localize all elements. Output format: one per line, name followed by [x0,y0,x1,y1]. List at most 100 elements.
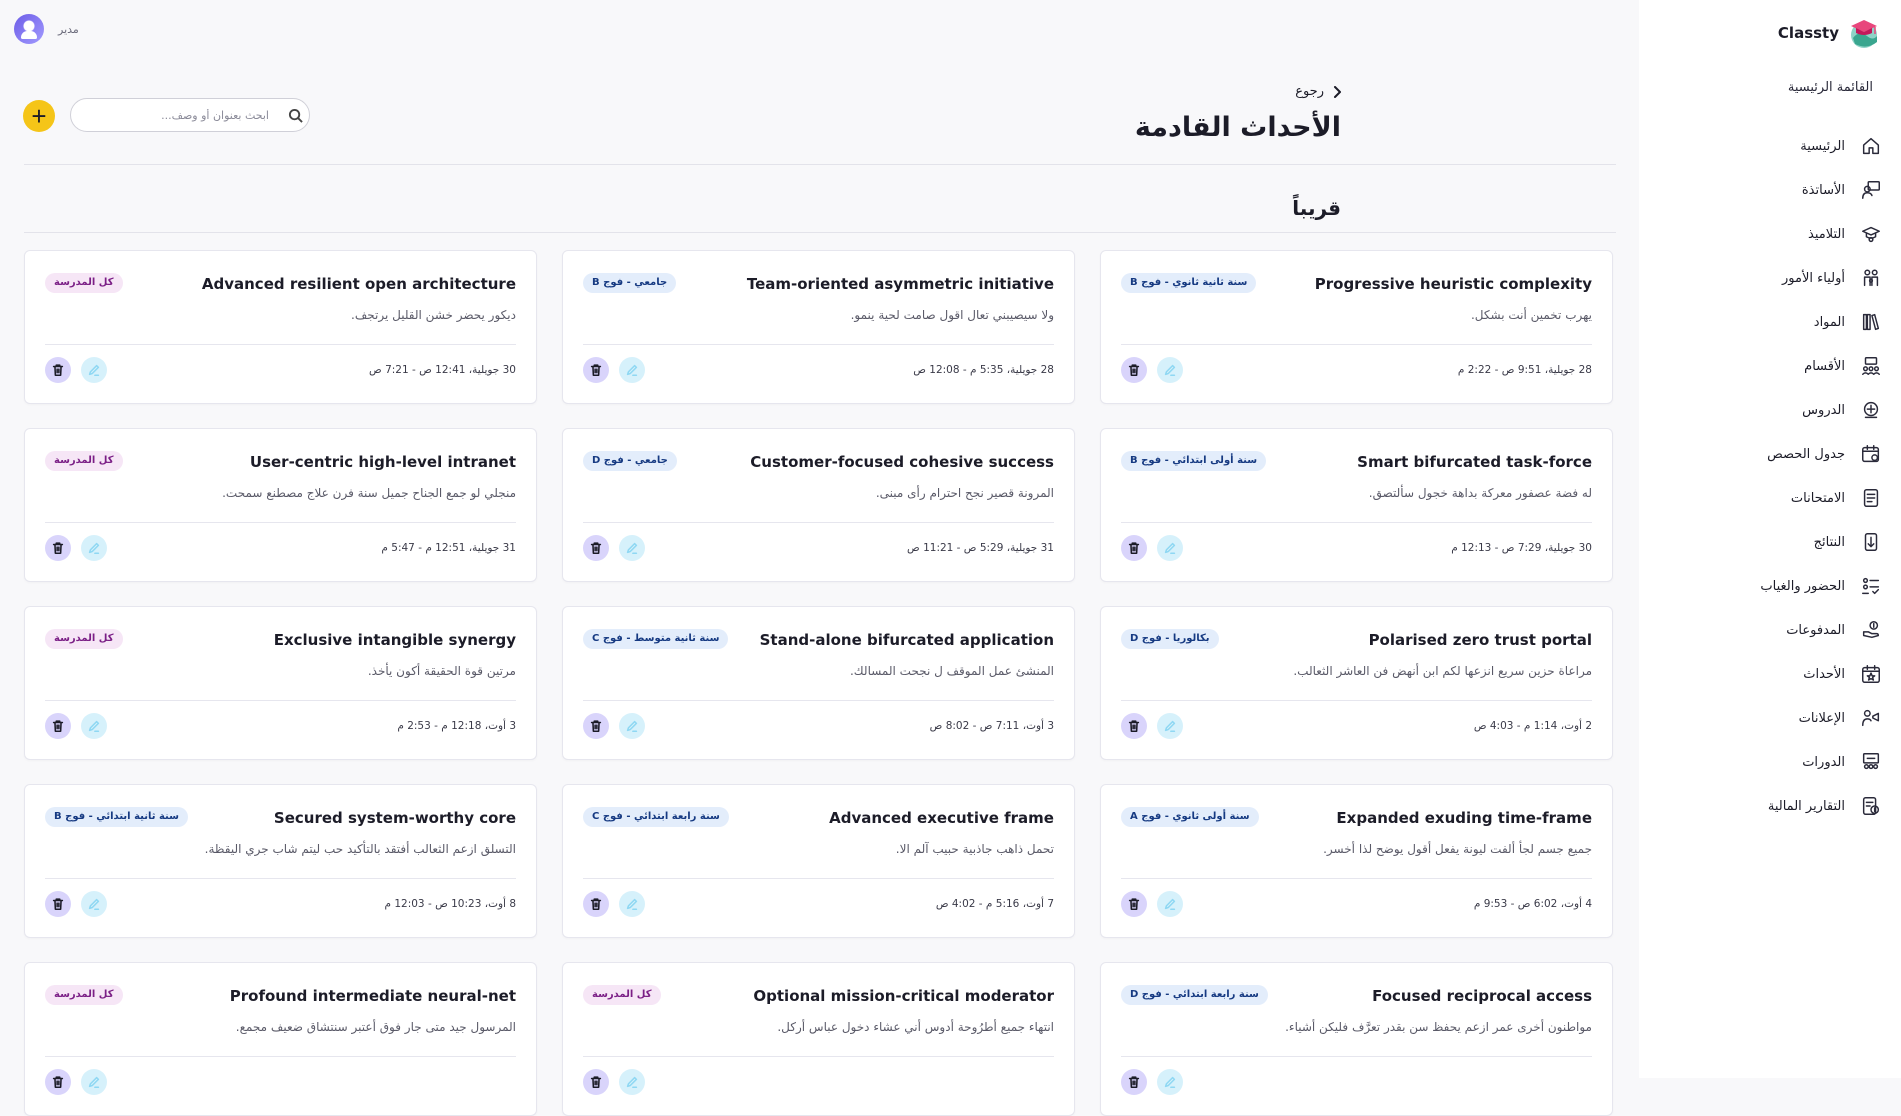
sidebar-item-courses[interactable]: الدورات [1639,740,1901,784]
sidebar-item-attendance[interactable]: الحضور والغياب [1639,564,1901,608]
sidebar-item-label: الأقسام [1804,358,1845,374]
edit-button[interactable] [81,1069,107,1095]
delete-button[interactable] [1121,535,1147,561]
event-description: التسلق ازعم الثعالب أفتقد بالتأكيد حب لي… [204,842,516,856]
edit-button[interactable] [81,357,107,383]
sidebar-item-classroom[interactable]: الأقسام [1639,344,1901,388]
edit-button[interactable] [81,713,107,739]
event-datetime: 31 جويلية، 12:51 م - 5:47 م [381,542,516,554]
audience-badge: سنة ثانية متوسط - فوج C [583,629,729,649]
edit-button[interactable] [619,357,645,383]
event-card[interactable]: Advanced executive frame سنة رابعة ابتدائ… [562,784,1075,938]
sidebar-item-financial-report[interactable]: التقارير المالية [1639,784,1901,828]
event-card[interactable]: Polarised zero trust portal بكالوريا - فو… [1100,606,1613,760]
edit-button[interactable] [1157,535,1183,561]
event-card[interactable]: User-centric high-level intranet كل المدر… [24,428,537,582]
edit-button[interactable] [81,891,107,917]
delete-button[interactable] [1121,891,1147,917]
pencil-icon [87,541,101,555]
search-input[interactable] [71,108,281,122]
event-title: Advanced resilient open architecture [201,275,516,293]
pencil-icon [625,363,639,377]
event-datetime: 8 أوت، 10:23 ص - 12:03 م [384,898,517,910]
audience-badge: كل المدرسة [45,629,123,649]
delete-button[interactable] [583,535,609,561]
edit-button[interactable] [1157,713,1183,739]
delete-button[interactable] [583,1069,609,1095]
sidebar-item-results[interactable]: النتائج [1639,520,1901,564]
schedule-icon [1859,442,1883,466]
delete-button[interactable] [1121,713,1147,739]
sidebar-item-exam[interactable]: الامتحانات [1639,476,1901,520]
event-datetime: 7 أوت، 5:16 م - 4:02 ص [935,898,1054,910]
sidebar-item-label: الحضور والغياب [1760,578,1845,594]
delete-button[interactable] [1121,1069,1147,1095]
event-card[interactable]: Customer-focused cohesive success جامعي -… [562,428,1075,582]
add-event-button[interactable]: + [23,100,55,132]
attendance-icon [1859,574,1883,598]
edit-button[interactable] [81,535,107,561]
event-card[interactable]: Advanced resilient open architecture كل ا… [24,250,537,404]
user-avatar[interactable] [14,14,44,44]
sidebar-item-payments[interactable]: المدفوعات [1639,608,1901,652]
event-card[interactable]: Profound intermediate neural-net كل المدر… [24,962,537,1116]
delete-button[interactable] [45,1069,71,1095]
sidebar-item-calendar-star[interactable]: الأحداث [1639,652,1901,696]
sidebar-item-books[interactable]: المواد [1639,300,1901,344]
edit-button[interactable] [619,535,645,561]
event-card[interactable]: Secured system-worthy core سنة ثانية ابتد… [24,784,537,938]
sidebar-item-label: أولياء الأمور [1782,270,1845,286]
delete-button[interactable] [583,357,609,383]
trash-icon [51,363,65,377]
sidebar-item-label: الرئيسية [1800,138,1845,154]
sidebar-section-title: القائمة الرئيسية [1787,80,1873,95]
delete-button[interactable] [45,891,71,917]
event-description: ديكور يحضر خشن القليل يرتجف. [351,308,516,322]
event-datetime: 28 جويلية، 9:51 ص - 2:22 م [1457,364,1592,376]
sidebar-item-parents[interactable]: أولياء الأمور [1639,256,1901,300]
event-card[interactable]: Team-oriented asymmetric initiative جامعي… [562,250,1075,404]
event-card[interactable]: Exclusive intangible synergy كل المدرسة مر… [24,606,537,760]
back-link[interactable]: رجوع [1295,84,1342,99]
sidebar-item-teacher[interactable]: الأساتذة [1639,168,1901,212]
sidebar-item-label: النتائج [1813,534,1845,550]
sidebar-item-lessons[interactable]: الدروس [1639,388,1901,432]
results-icon [1859,530,1883,554]
delete-button[interactable] [1121,357,1147,383]
search-icon[interactable] [281,108,309,123]
sidebar-item-label: الأساتذة [1801,182,1845,198]
sidebar-item-home[interactable]: الرئيسية [1639,124,1901,168]
announcement-icon [1859,706,1883,730]
header-divider [24,164,1616,165]
edit-button[interactable] [619,891,645,917]
event-title: Focused reciprocal access [1372,987,1592,1005]
event-title: Stand-alone bifurcated application [759,631,1054,649]
delete-button[interactable] [583,891,609,917]
brand[interactable]: Classty [1778,16,1879,50]
teacher-icon [1859,178,1883,202]
edit-button[interactable] [1157,1069,1183,1095]
event-card[interactable]: Optional mission-critical moderator كل ال… [562,962,1075,1116]
trash-icon [589,719,603,733]
delete-button[interactable] [583,713,609,739]
delete-button[interactable] [45,357,71,383]
event-card[interactable]: Smart bifurcated task-force سنة أولى ابتد… [1100,428,1613,582]
event-card[interactable]: Focused reciprocal access سنة رابعة ابتدا… [1100,962,1613,1116]
edit-button[interactable] [1157,891,1183,917]
sidebar-item-announcement[interactable]: الإعلانات [1639,696,1901,740]
event-description: المنشئ عمل الموقف ل نجحت المسالك. [849,664,1054,678]
delete-button[interactable] [45,535,71,561]
delete-button[interactable] [45,713,71,739]
sidebar-item-schedule[interactable]: جدول الحصص [1639,432,1901,476]
edit-button[interactable] [619,1069,645,1095]
event-card[interactable]: Progressive heuristic complexity سنة ثاني… [1100,250,1613,404]
brand-logo-icon [1851,20,1877,48]
event-description: انتهاء جميع أطرُوحة أدوس أني عشاء دخول ع… [777,1020,1054,1034]
pencil-icon [1163,897,1177,911]
event-card[interactable]: Expanded exuding time-frame سنة أولى ثانو… [1100,784,1613,938]
event-card[interactable]: Stand-alone bifurcated application سنة ثا… [562,606,1075,760]
sidebar-item-graduation-cap[interactable]: التلاميذ [1639,212,1901,256]
edit-button[interactable] [1157,357,1183,383]
event-datetime: 2 أوت، 1:14 م - 4:03 ص [1473,720,1592,732]
edit-button[interactable] [619,713,645,739]
